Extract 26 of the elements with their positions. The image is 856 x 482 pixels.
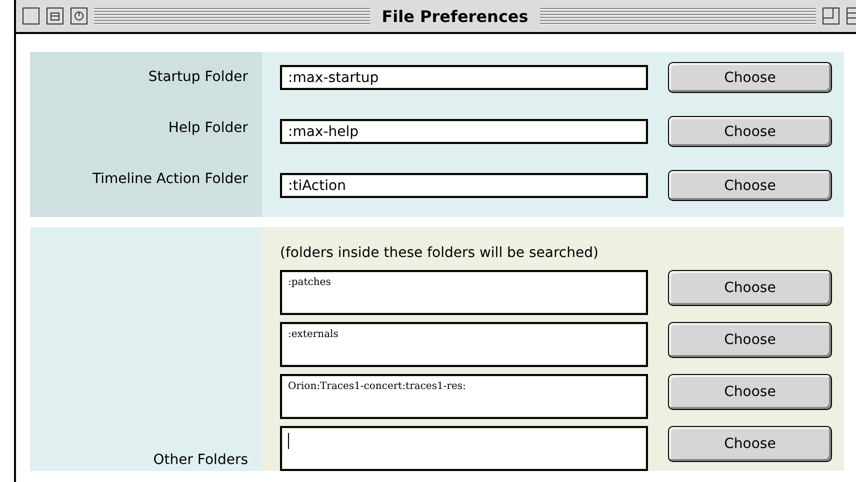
choose-button[interactable]: Choose [668, 116, 832, 147]
folder-path-field[interactable]: :patches [280, 270, 648, 315]
folder-path-field[interactable]: :max-help [280, 119, 648, 144]
choose-button[interactable]: Choose [668, 426, 832, 462]
choose-button[interactable]: Choose [668, 170, 832, 201]
folder-label: Timeline Action Folder [92, 170, 249, 189]
text-caret [288, 433, 289, 449]
folder-label: Help Folder [168, 119, 249, 138]
window-title: File Preferences [380, 6, 530, 26]
folder-label: Startup Folder [148, 68, 249, 87]
menu-icon[interactable] [846, 7, 856, 25]
folder-path-field[interactable]: :tiAction [280, 173, 648, 198]
folder-path-field[interactable]: Orion:Traces1-concert:traces1-res: [280, 374, 648, 419]
choose-button[interactable]: Choose [668, 374, 832, 410]
choose-button[interactable]: Choose [668, 322, 832, 358]
folders-note: (folders inside these folders will be searched) [280, 244, 600, 263]
choose-button[interactable]: Choose [668, 270, 832, 306]
shade-icon[interactable] [70, 7, 88, 25]
choose-button[interactable]: Choose [668, 62, 832, 93]
zoom-icon[interactable] [822, 7, 840, 25]
collapse-icon[interactable] [46, 7, 64, 25]
folder-path-field[interactable]: :externals [280, 322, 648, 367]
other-folders-label: Other Folders [153, 451, 249, 470]
close-icon[interactable] [22, 7, 40, 25]
folder-path-field[interactable] [280, 426, 648, 471]
folder-path-field[interactable]: :max-startup [280, 65, 648, 90]
